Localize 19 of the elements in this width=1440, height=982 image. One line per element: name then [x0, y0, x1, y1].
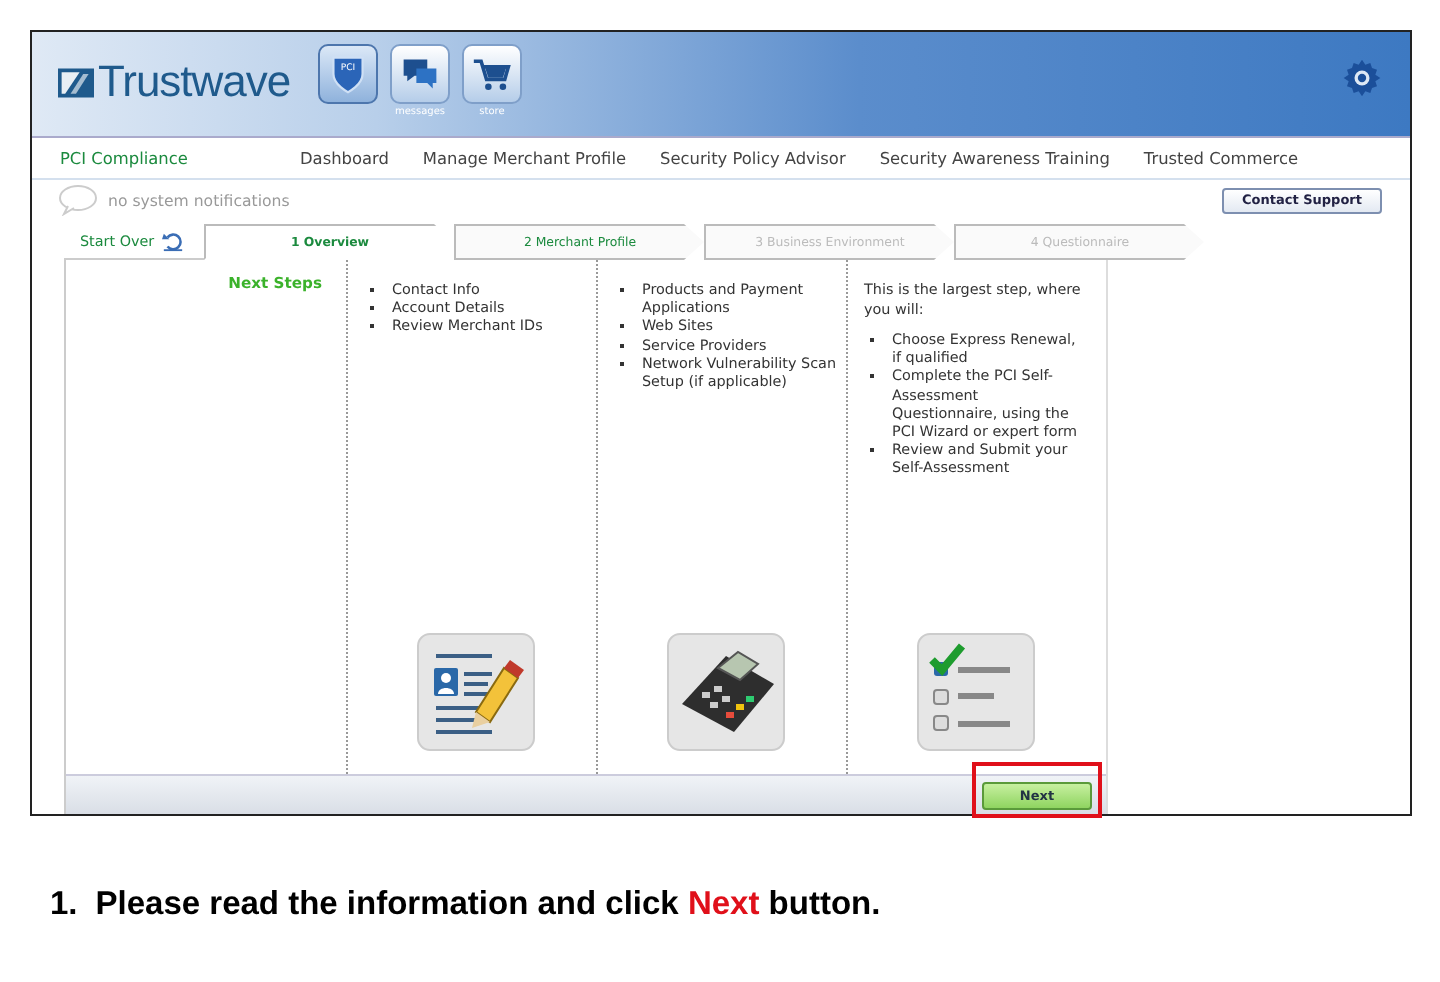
checklist-icon: [915, 632, 1035, 752]
nav-link[interactable]: Dashboard: [300, 148, 389, 168]
undo-icon[interactable]: [162, 229, 185, 251]
app-tile-button[interactable]: [390, 44, 450, 104]
logo-mark-icon: [58, 67, 94, 97]
settings-icon[interactable]: [1342, 58, 1382, 98]
logo-text: Trustwave: [98, 58, 291, 106]
app-tile-button[interactable]: [462, 44, 522, 104]
cart-icon: [472, 54, 512, 94]
chat-icon: [400, 54, 440, 94]
nav-link[interactable]: Security Awareness Training: [879, 148, 1110, 168]
section-title: PCI Compliance: [60, 148, 190, 168]
nav-link[interactable]: Trusted Commerce: [1143, 148, 1299, 168]
nav-link[interactable]: Security Policy Advisor: [660, 148, 846, 168]
card-terminal-icon: [666, 632, 786, 752]
nav-link[interactable]: Manage Merchant Profile: [422, 148, 627, 168]
profile-form-pencil-icon: [416, 632, 536, 752]
speech-bubble-icon: [58, 184, 98, 216]
caption-text: 1. Please read the information and click Next button.: [50, 886, 881, 924]
